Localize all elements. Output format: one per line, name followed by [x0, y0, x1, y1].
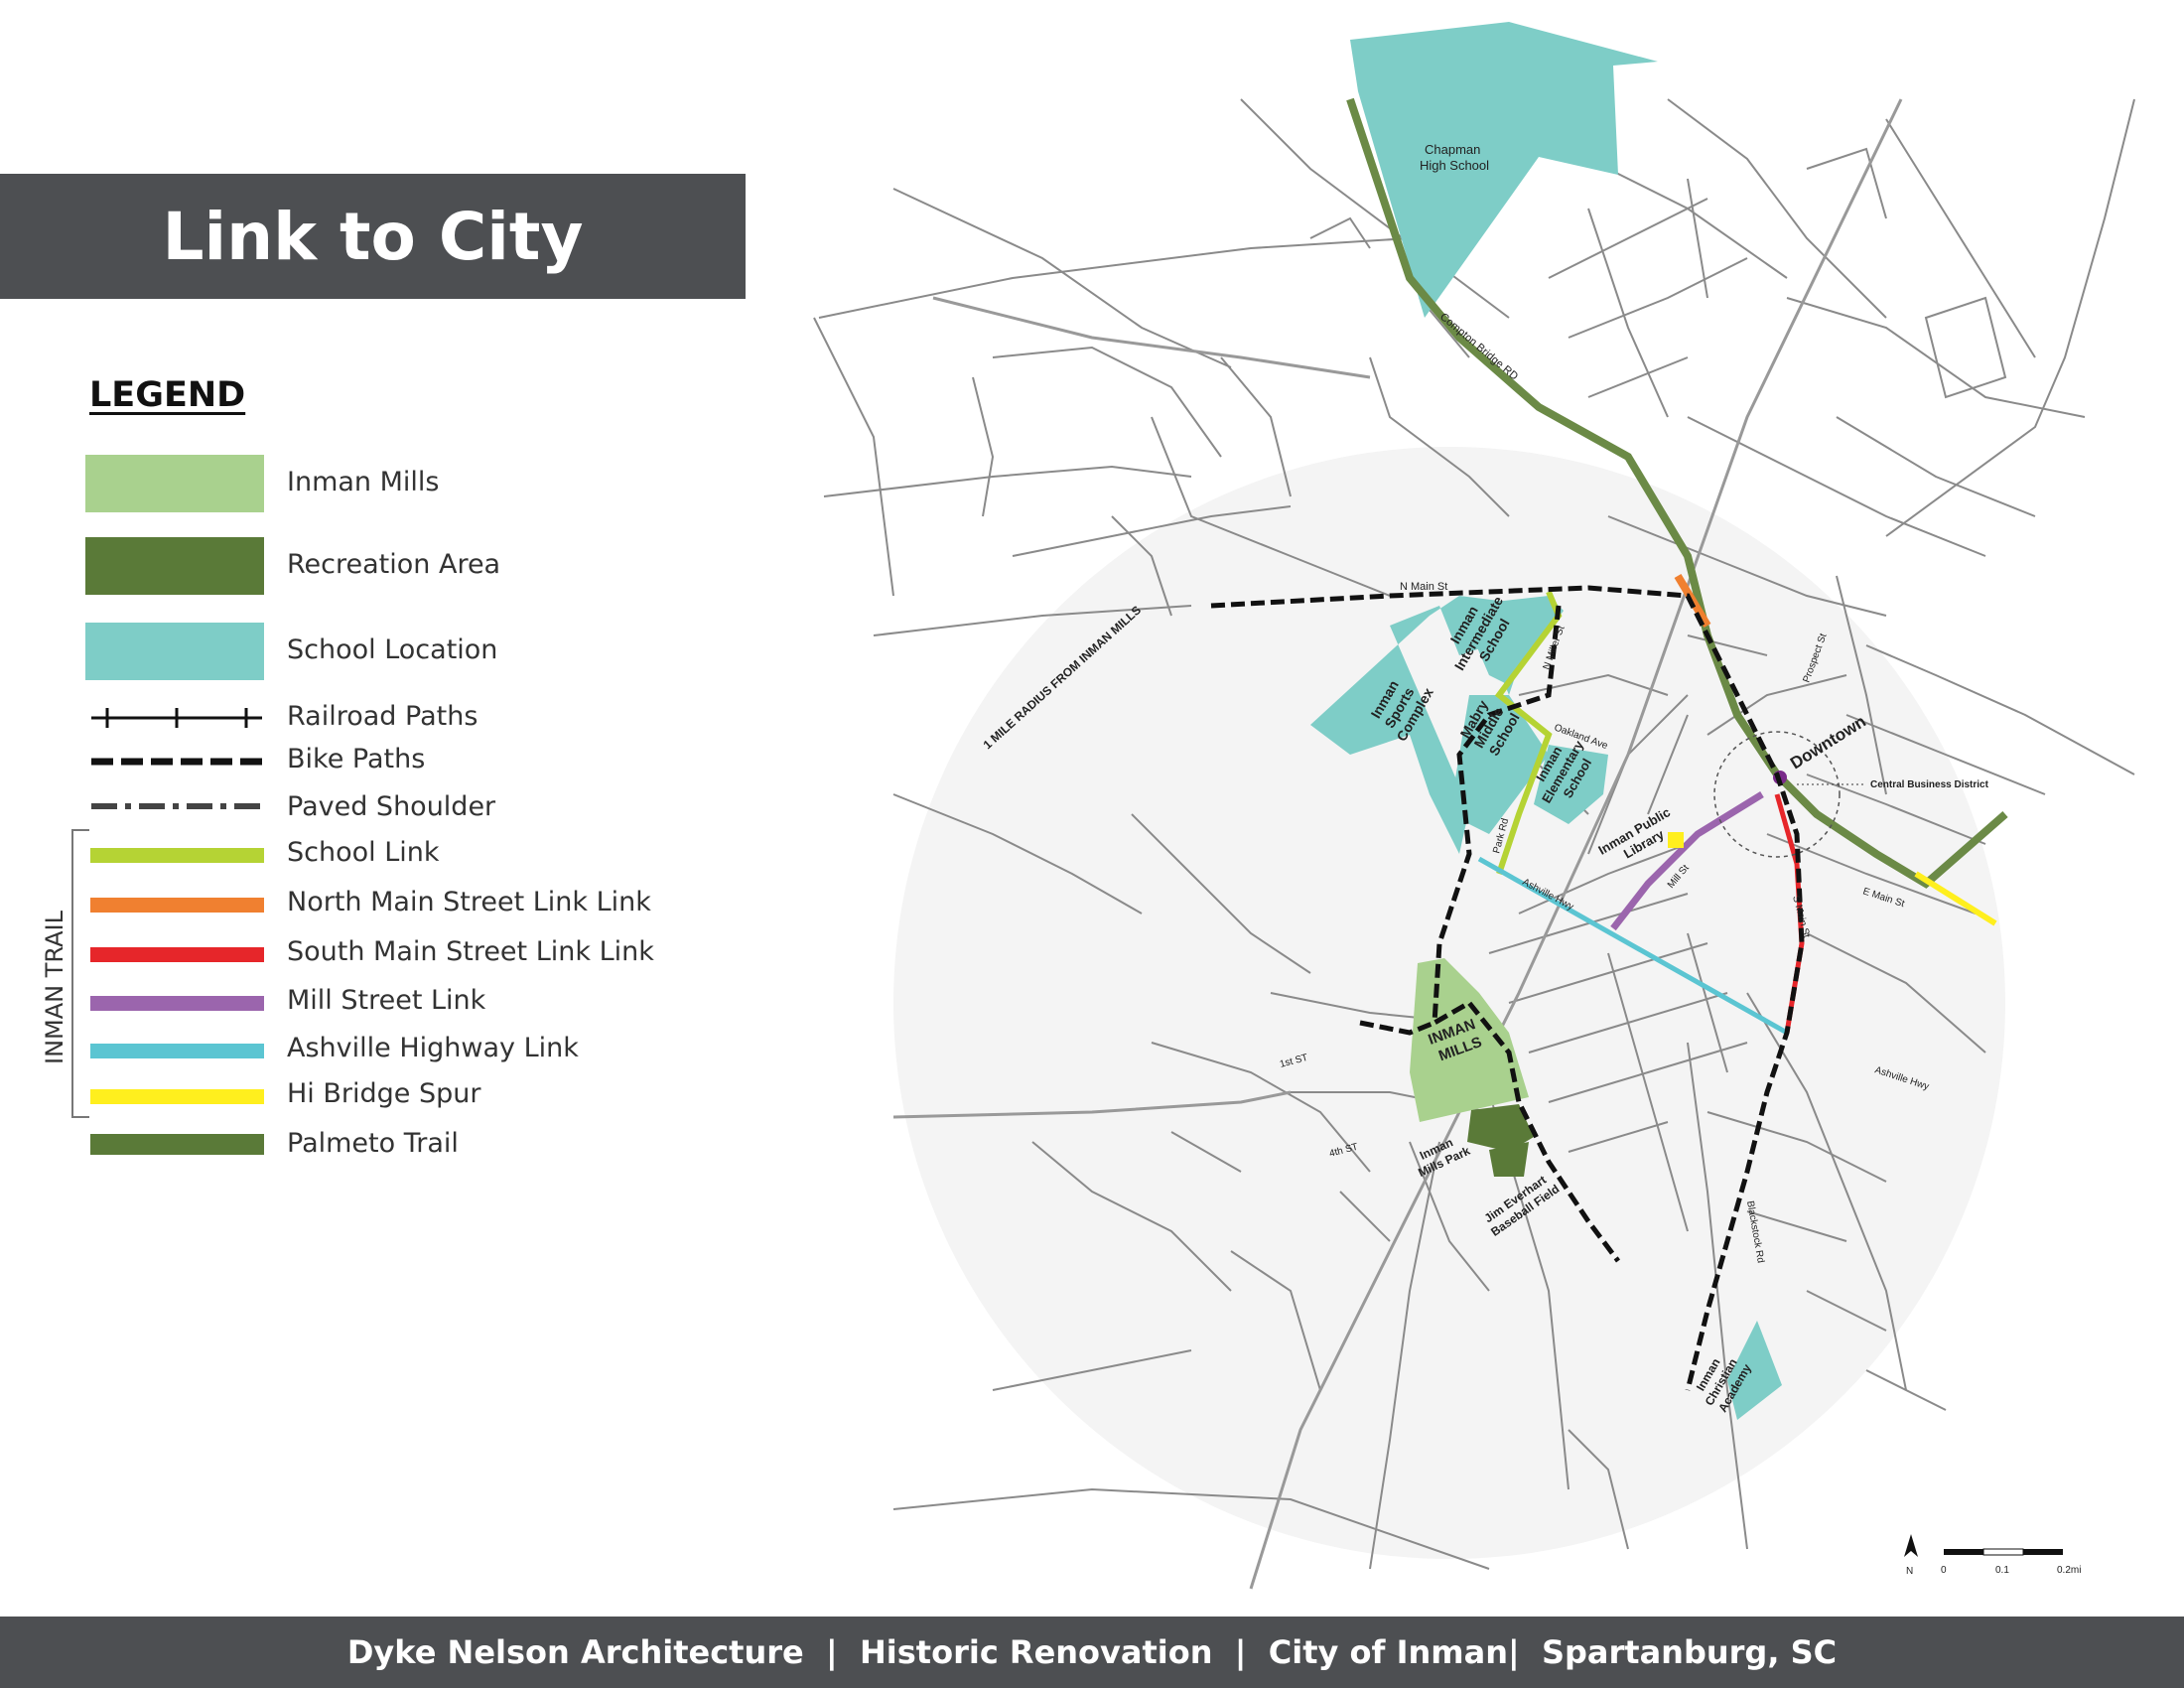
cbd-label: Central Business District [1870, 779, 1989, 790]
legend-heading: LEGEND [89, 375, 246, 415]
library-marker-icon [1668, 832, 1684, 848]
legend-label: School Location [287, 634, 498, 665]
legend-label: Paved Shoulder [287, 791, 496, 822]
north-label: N [1906, 1566, 1913, 1577]
footer-bar: Dyke Nelson Architecture | Historic Reno… [0, 1617, 2184, 1688]
south-main-link-swatch-icon [90, 947, 264, 962]
scale-label-0: 0 [1941, 1565, 1947, 1576]
n-main-st-label: N Main St [1400, 581, 1447, 593]
mill-street-link-swatch-icon [90, 996, 264, 1011]
legend-item-palmeto-trail: Palmeto Trail [0, 1128, 695, 1194]
page-title: Link to City [162, 198, 584, 275]
legend-label: Mill Street Link [287, 985, 486, 1016]
legend-label: Hi Bridge Spur [287, 1078, 481, 1109]
legend-item-recreation-area: Recreation Area [0, 537, 695, 597]
scale-bar [1944, 1548, 2063, 1556]
dashed-line-icon [91, 758, 262, 766]
recreation-area-swatch-icon [85, 537, 264, 595]
inman-trail-label: INMAN TRAIL [41, 911, 68, 1064]
legend-label: Recreation Area [287, 549, 501, 580]
hi-bridge-spur-swatch-icon [90, 1089, 264, 1104]
inman-mills-swatch-icon [85, 455, 264, 512]
north-arrow-icon [1904, 1534, 1918, 1557]
dash-dot-line-icon [91, 803, 262, 809]
school-link-swatch-icon [90, 848, 264, 863]
chapman-label: Chapman High School [1420, 142, 1489, 173]
legend-label: North Main Street Link Link [287, 887, 651, 917]
palmeto-trail-swatch-icon [90, 1134, 264, 1155]
north-main-link-swatch-icon [90, 898, 264, 913]
ashville-highway-link-swatch-icon [90, 1044, 264, 1058]
scale-label-1: 0.1 [1995, 1565, 2009, 1576]
chapman-high-school-area [1350, 22, 1658, 318]
title-banner: Link to City [0, 174, 746, 299]
legend-label: Inman Mills [287, 467, 440, 497]
railroad-line-icon [91, 708, 262, 728]
legend-label: Bike Paths [287, 744, 426, 774]
compton-bridge-label: Compton Bridge RD [1437, 311, 1520, 382]
inman-trail-bracket [71, 829, 89, 1118]
footer-text: Dyke Nelson Architecture | Historic Reno… [346, 1633, 1838, 1671]
legend-item-school-location: School Location [0, 623, 695, 682]
legend-label: South Main Street Link Link [287, 936, 654, 967]
legend-label: Railroad Paths [287, 701, 478, 732]
legend-label: Ashville Highway Link [287, 1033, 579, 1063]
legend-item-inman-mills: Inman Mills [0, 455, 695, 514]
legend-label: School Link [287, 837, 440, 868]
legend-label: Palmeto Trail [287, 1128, 459, 1159]
city-map: Chapman High School Compton Bridge RD N … [813, 22, 2135, 1590]
school-location-swatch-icon [85, 623, 264, 680]
scale-label-2: 0.2mi [2057, 1565, 2081, 1576]
